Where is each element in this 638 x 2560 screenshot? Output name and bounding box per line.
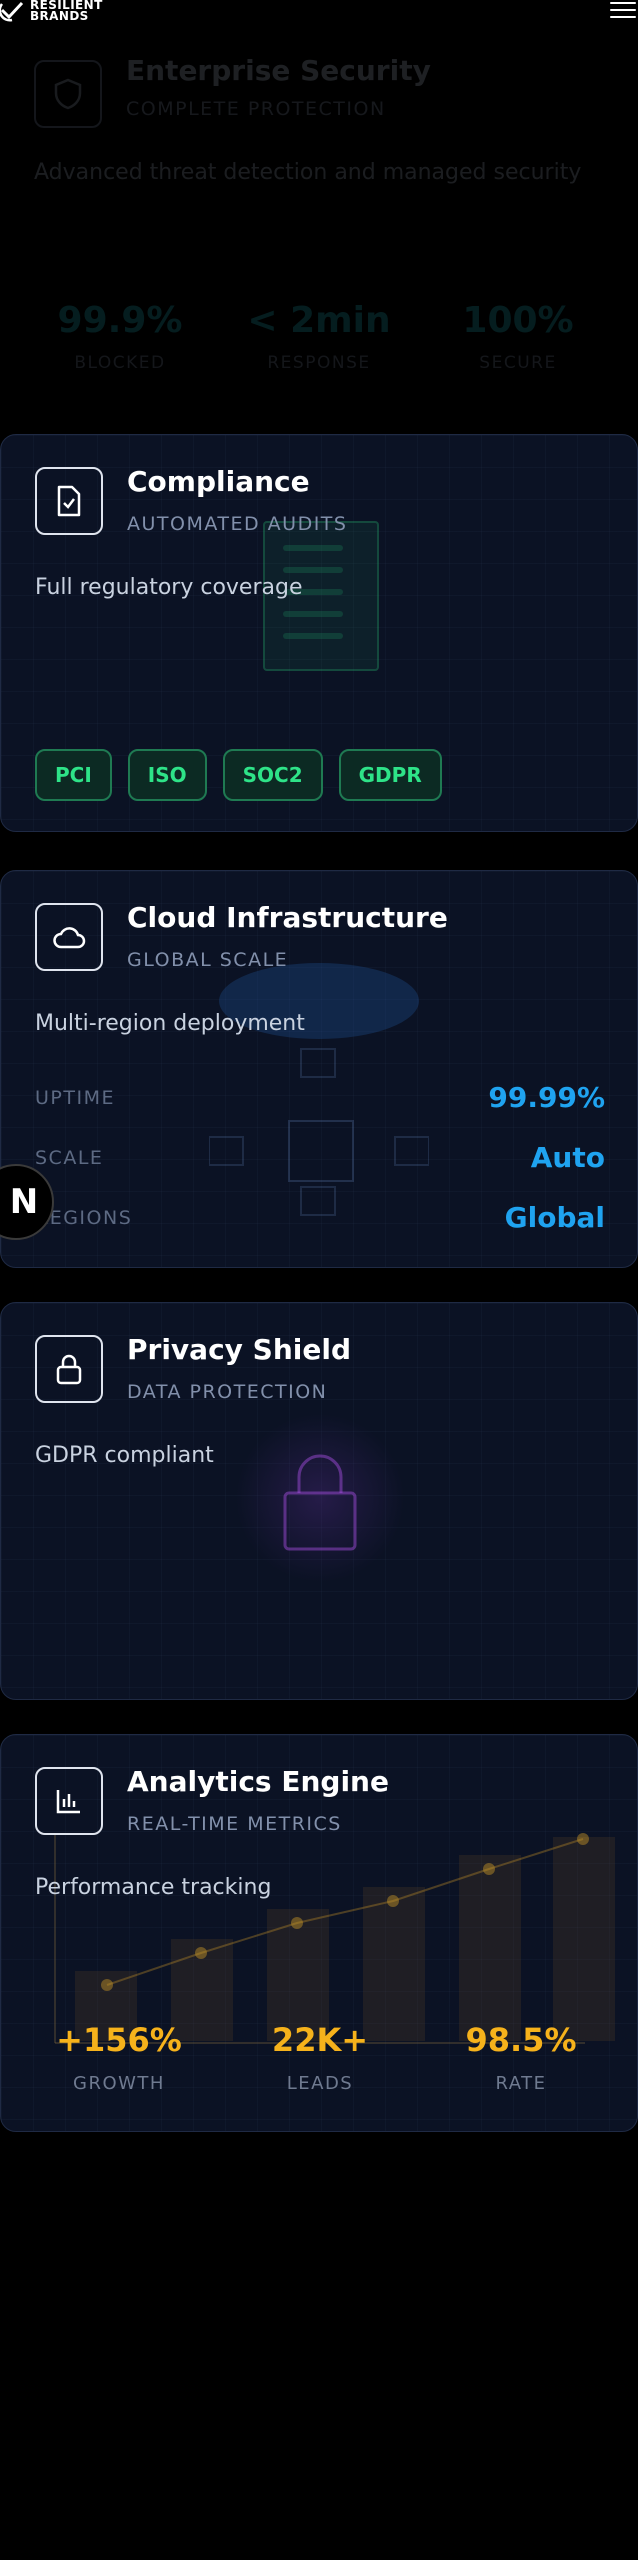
stat-label: RESPONSE bbox=[267, 353, 371, 373]
shield-icon bbox=[34, 60, 102, 128]
compliance-card[interactable]: Compliance AUTOMATED AUDITS Full regulat… bbox=[0, 434, 638, 832]
logo-check-icon bbox=[0, 1, 24, 22]
stat-value: < 2min bbox=[247, 300, 391, 341]
lock-icon bbox=[35, 1335, 103, 1403]
security-title: Enterprise Security bbox=[126, 54, 431, 87]
analytics-subtitle: REAL-TIME METRICS bbox=[127, 1813, 342, 1835]
tag-iso[interactable]: ISO bbox=[127, 749, 207, 801]
security-card: Enterprise Security COMPLETE PROTECTION … bbox=[0, 30, 638, 420]
metric-label: SCALE bbox=[35, 1146, 104, 1169]
stat-label: BLOCKED bbox=[74, 353, 166, 373]
privacy-card[interactable]: Privacy Shield DATA PROTECTION GDPR comp… bbox=[0, 1302, 638, 1700]
security-subtitle: COMPLETE PROTECTION bbox=[126, 98, 386, 120]
analytics-stat-growth: +156% GROWTH bbox=[19, 2021, 219, 2094]
analytics-stat-rate: 98.5% RATE bbox=[421, 2021, 621, 2094]
stat-label: RATE bbox=[495, 2073, 547, 2094]
metric-row-regions: REGIONS Global bbox=[35, 1201, 605, 1234]
compliance-subtitle: AUTOMATED AUDITS bbox=[127, 513, 348, 535]
metric-value: Global bbox=[504, 1201, 605, 1234]
stat-value: 99.9% bbox=[57, 300, 183, 341]
security-description: Advanced threat detection and managed se… bbox=[34, 160, 582, 185]
metric-value: 99.99% bbox=[488, 1081, 605, 1114]
brand-logo[interactable]: RESILIENT BRANDS bbox=[0, 0, 103, 22]
bar-chart-icon bbox=[35, 1767, 103, 1835]
privacy-subtitle: DATA PROTECTION bbox=[127, 1381, 328, 1403]
logo-text: RESILIENT BRANDS bbox=[30, 0, 103, 22]
cloud-icon bbox=[35, 903, 103, 971]
compliance-title: Compliance bbox=[127, 465, 310, 498]
privacy-description: GDPR compliant bbox=[35, 1443, 214, 1468]
lock-illustration bbox=[235, 1413, 405, 1583]
security-stat: 100% SECURE bbox=[418, 300, 618, 373]
cloud-title: Cloud Infrastructure bbox=[127, 901, 448, 934]
security-stat: < 2min RESPONSE bbox=[219, 300, 419, 373]
stat-label: SECURE bbox=[479, 353, 557, 373]
tag-gdpr[interactable]: GDPR bbox=[338, 749, 442, 801]
stat-value: 22K+ bbox=[271, 2021, 369, 2059]
stat-value: +156% bbox=[56, 2021, 182, 2059]
metric-row-scale: SCALE Auto bbox=[35, 1141, 605, 1174]
cloud-card[interactable]: Cloud Infrastructure GLOBAL SCALE Multi-… bbox=[0, 870, 638, 1268]
cloud-subtitle: GLOBAL SCALE bbox=[127, 949, 289, 971]
metric-label: UPTIME bbox=[35, 1086, 115, 1109]
stat-value: 100% bbox=[462, 300, 574, 341]
security-stat: 99.9% BLOCKED bbox=[20, 300, 220, 373]
logo-line-2: BRANDS bbox=[30, 9, 89, 23]
metric-row-uptime: UPTIME 99.99% bbox=[35, 1081, 605, 1114]
metric-value: Auto bbox=[530, 1141, 605, 1174]
stat-label: LEADS bbox=[286, 2073, 354, 2094]
compliance-description: Full regulatory coverage bbox=[35, 575, 303, 600]
analytics-card[interactable]: Analytics Engine REAL-TIME METRICS Perfo… bbox=[0, 1734, 638, 2132]
hamburger-menu-icon[interactable] bbox=[610, 2, 636, 20]
site-header: RESILIENT BRANDS bbox=[0, 0, 638, 26]
analytics-description: Performance tracking bbox=[35, 1875, 272, 1900]
stat-label: GROWTH bbox=[73, 2073, 165, 2094]
cloud-description: Multi-region deployment bbox=[35, 1011, 305, 1036]
document-check-icon bbox=[35, 467, 103, 535]
tag-pci[interactable]: PCI bbox=[35, 749, 112, 801]
analytics-stat-leads: 22K+ LEADS bbox=[220, 2021, 420, 2094]
analytics-title: Analytics Engine bbox=[127, 1765, 389, 1798]
tag-soc2[interactable]: SOC2 bbox=[222, 749, 323, 801]
badge-letter: N bbox=[9, 1182, 39, 1222]
privacy-title: Privacy Shield bbox=[127, 1333, 351, 1366]
compliance-tags: PCI ISO SOC2 GDPR bbox=[35, 749, 442, 801]
stat-value: 98.5% bbox=[465, 2021, 577, 2059]
